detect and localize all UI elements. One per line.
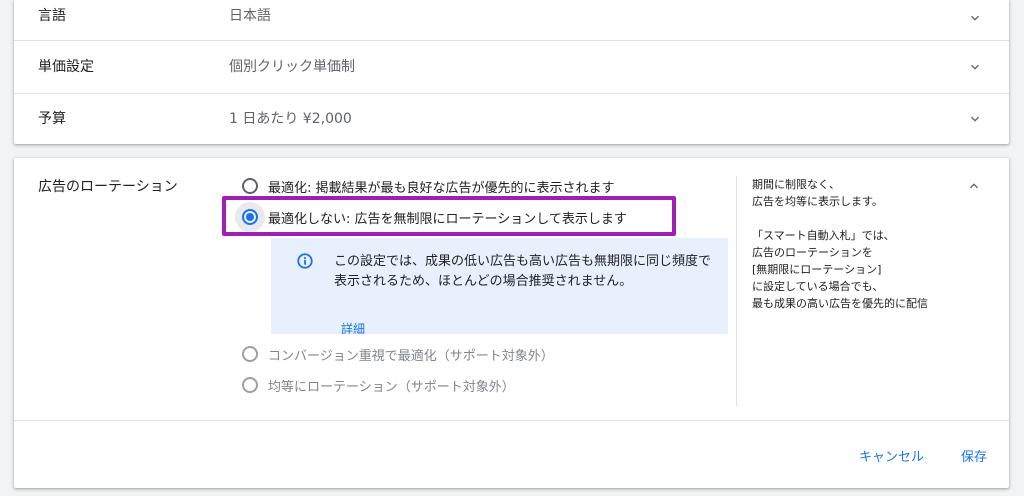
cancel-button[interactable]: キャンセル [859,446,924,465]
radio-option-conversion: コンバージョン重視で最適化（サポート対象外） [242,342,554,366]
radio-button[interactable] [242,178,258,194]
info-box: この設定では、成果の低い広告も高い広告も無期限に同じ頻度で表示されるため、ほとん… [271,238,728,334]
ad-rotation-card: 広告のローテーション 最適化: 掲載結果が最も良好な広告が優先的に表示されます … [14,158,1009,488]
radio-button-selected[interactable] [242,209,258,225]
radio-focus-halo [235,202,265,232]
help-line: 広告を均等に表示します。 [752,195,883,208]
chevron-down-icon[interactable] [967,59,983,75]
help-line: に設定している場合でも、 [752,280,884,293]
radio-button-disabled [242,346,258,362]
settings-row-language[interactable]: 言語 日本語 [14,0,1009,41]
info-icon [297,253,313,269]
radio-option-rotate-evenly: 均等にローテーション（サポート対象外） [242,373,515,397]
chevron-up-icon[interactable] [966,178,982,194]
help-text: 期間に制限なく、 広告を均等に表示します。 「スマート自動入札」では、 広告のロ… [752,176,952,312]
row-value: 個別クリック単価制 [229,59,355,75]
settings-row-budget[interactable]: 予算 1 日あたり ¥2,000 [14,94,1009,144]
radio-button-disabled [242,377,258,393]
vertical-divider [736,176,737,406]
chevron-down-icon[interactable] [967,111,983,127]
settings-summary-card: 言語 日本語 単価設定 個別クリック単価制 予算 1 日あたり ¥2,000 [14,0,1009,144]
chevron-down-icon[interactable] [967,10,983,26]
radio-option-do-not-optimize[interactable]: 最適化しない: 広告を無制限にローテーションして表示します [235,202,627,232]
row-label: 単価設定 [38,59,94,75]
help-line: [無期限にローテーション] [752,263,882,276]
radio-label: 最適化しない: 広告を無制限にローテーションして表示します [268,211,627,227]
help-line: 「スマート自動入札」では、 [752,229,895,242]
help-gap [752,210,952,227]
help-line: 最も成果の高い広告を優先的に配信 [752,297,928,310]
radio-label: 最適化: 掲載結果が最も良好な広告が優先的に表示されます [268,180,615,196]
horizontal-divider [14,420,1009,421]
radio-label: コンバージョン重視で最適化（サポート対象外） [268,348,554,364]
row-value: 1 日あたり ¥2,000 [229,111,352,127]
row-value: 日本語 [229,8,271,24]
help-line: 広告のローテーションを [752,246,873,259]
row-label: 予算 [38,111,66,127]
info-text: この設定では、成果の低い広告も高い広告も無期限に同じ頻度で表示されるため、ほとん… [334,254,712,289]
help-line: 期間に制限なく、 [752,178,840,191]
row-label: 言語 [38,8,66,24]
radio-label: 均等にローテーション（サポート対象外） [268,379,515,395]
learn-more-link[interactable]: 詳細 [341,322,365,334]
radio-option-optimize[interactable]: 最適化: 掲載結果が最も良好な広告が優先的に表示されます [242,174,615,198]
save-button[interactable]: 保存 [961,446,987,465]
settings-row-bidding[interactable]: 単価設定 個別クリック単価制 [14,41,1009,94]
section-title: 広告のローテーション [38,179,178,195]
